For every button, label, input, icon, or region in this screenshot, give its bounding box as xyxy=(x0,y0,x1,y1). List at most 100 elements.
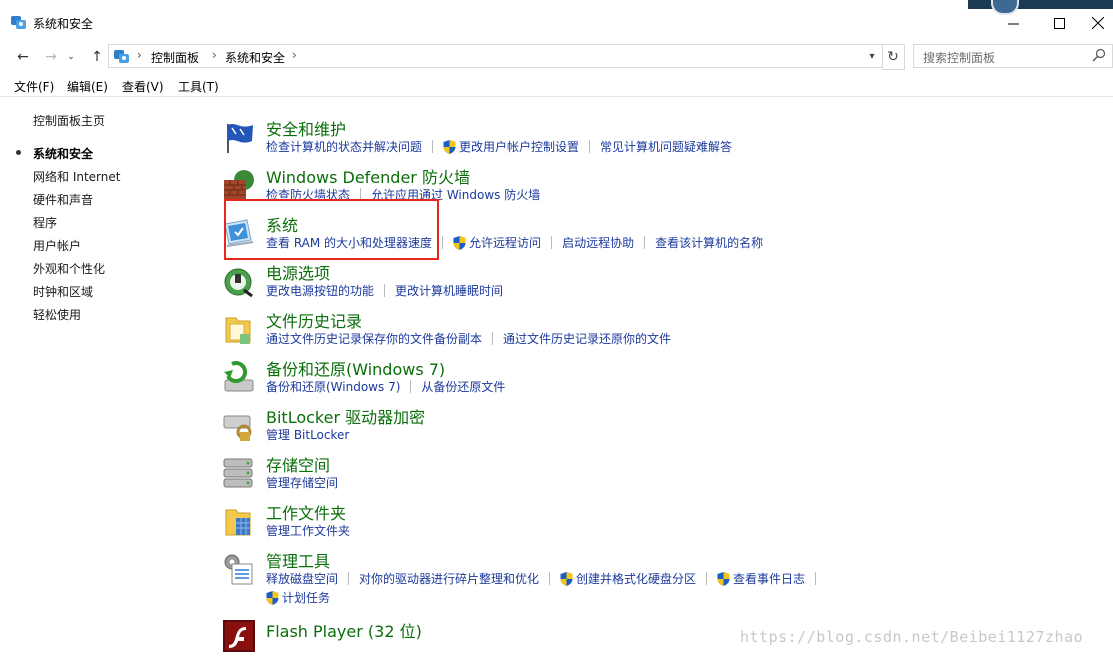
link-divider xyxy=(644,236,646,249)
category-links: 更改电源按钮的功能 更改计算机睡眠时间 xyxy=(266,282,503,299)
active-indicator xyxy=(16,150,21,155)
menu-view[interactable]: 查看(V) xyxy=(122,78,164,95)
menu-file[interactable]: 文件(F) xyxy=(14,78,54,95)
category-title[interactable]: Windows Defender 防火墙 xyxy=(266,164,470,188)
category-title[interactable]: 存储空间 xyxy=(266,452,330,476)
search-icon[interactable] xyxy=(1092,48,1106,62)
category-title[interactable]: 安全和维护 xyxy=(266,116,346,140)
category-links: 通过文件历史记录保存你的文件备份副本 通过文件历史记录还原你的文件 xyxy=(266,330,671,347)
sidebar-item-network[interactable]: 网络和 Internet xyxy=(33,168,120,185)
task-link[interactable]: 管理存储空间 xyxy=(266,474,338,491)
chevron-right-icon: › xyxy=(137,48,142,62)
category-title[interactable]: 管理工具 xyxy=(266,548,330,572)
category-backup-restore: 备份和还原(Windows 7) 备份和还原(Windows 7) 从备份还原文… xyxy=(222,356,1102,402)
search-box[interactable]: 搜索控制面板 xyxy=(913,44,1113,68)
task-link[interactable]: 管理 BitLocker xyxy=(266,426,349,443)
category-title[interactable]: 电源选项 xyxy=(266,260,330,284)
task-link[interactable]: 创建并格式化硬盘分区 xyxy=(576,570,696,587)
uac-shield-icon xyxy=(443,139,456,154)
power-options-icon xyxy=(224,268,253,298)
firewall-icon xyxy=(224,170,254,200)
refresh-button[interactable]: ↻ xyxy=(882,44,905,70)
category-title[interactable]: 工作文件夹 xyxy=(266,500,346,524)
link-divider xyxy=(549,572,551,585)
category-links: 检查计算机的状态并解决问题 更改用户帐户控制设置 常见计算机问题疑难解答 xyxy=(266,138,732,155)
work-folders-icon xyxy=(225,509,251,536)
task-link[interactable]: 启动远程协助 xyxy=(562,234,634,251)
task-link[interactable]: 检查计算机的状态并解决问题 xyxy=(266,138,422,155)
flash-player-icon xyxy=(223,620,255,652)
task-link[interactable]: 更改电源按钮的功能 xyxy=(266,282,374,299)
category-title[interactable]: 备份和还原(Windows 7) xyxy=(266,356,445,380)
forward-button[interactable]: → xyxy=(40,46,62,68)
link-divider xyxy=(551,236,553,249)
category-bitlocker: BitLocker 驱动器加密 管理 BitLocker xyxy=(222,404,1102,450)
sidebar-item-clock-region[interactable]: 时钟和区域 xyxy=(33,283,93,300)
sidebar-item-hardware[interactable]: 硬件和声音 xyxy=(33,191,93,208)
task-link[interactable]: 释放磁盘空间 xyxy=(266,570,338,587)
category-links: 管理存储空间 xyxy=(266,474,338,491)
task-link[interactable]: 通过文件历史记录保存你的文件备份副本 xyxy=(266,330,482,347)
category-links: 备份和还原(Windows 7) 从备份还原文件 xyxy=(266,378,505,395)
category-work-folders: 工作文件夹 管理工作文件夹 xyxy=(222,500,1102,546)
category-title[interactable]: 文件历史记录 xyxy=(266,308,362,332)
desktop-background xyxy=(968,0,1113,9)
admin-tools-icon xyxy=(224,554,253,585)
task-link[interactable]: 更改计算机睡眠时间 xyxy=(395,282,503,299)
link-divider xyxy=(384,284,386,297)
sidebar-item-appearance[interactable]: 外观和个性化 xyxy=(33,260,105,277)
address-dropdown-button[interactable]: ▾ xyxy=(865,47,879,65)
close-icon xyxy=(1092,17,1104,29)
back-button[interactable]: ← xyxy=(12,46,34,68)
up-arrow-icon: ↑ xyxy=(91,49,103,65)
task-link[interactable]: 管理工作文件夹 xyxy=(266,522,350,539)
category-links: 管理 BitLocker xyxy=(266,426,349,443)
close-button[interactable] xyxy=(1075,10,1113,36)
chevron-right-icon: › xyxy=(292,48,297,62)
sidebar-item-system-security[interactable]: 系统和安全 xyxy=(33,145,93,162)
task-link[interactable]: 对你的驱动器进行碎片整理和优化 xyxy=(359,570,539,587)
refresh-icon: ↻ xyxy=(887,49,899,65)
link-divider xyxy=(442,236,444,249)
link-divider xyxy=(706,572,708,585)
back-arrow-icon: ← xyxy=(17,49,29,65)
sidebar-item-home[interactable]: 控制面板主页 xyxy=(33,112,105,129)
category-links: 释放磁盘空间 对你的驱动器进行碎片整理和优化 创建并格式化硬盘分区 查看事件日志 xyxy=(266,570,826,587)
task-link[interactable]: 通过文件历史记录还原你的文件 xyxy=(503,330,671,347)
address-bar[interactable]: › 控制面板 › 系统和安全 › ▾ xyxy=(108,44,883,68)
chevron-down-icon: ▾ xyxy=(869,50,875,62)
category-storage-spaces: 存储空间 管理存储空间 xyxy=(222,452,1102,498)
link-divider xyxy=(815,572,817,585)
task-link[interactable]: 更改用户帐户控制设置 xyxy=(459,138,579,155)
forward-arrow-icon: → xyxy=(45,49,57,65)
file-history-icon xyxy=(225,317,251,344)
category-admin-tools: 管理工具 释放磁盘空间 对你的驱动器进行碎片整理和优化 创建并格式化硬盘分区 查… xyxy=(222,548,1102,612)
task-link[interactable]: 从备份还原文件 xyxy=(421,378,505,395)
category-title[interactable]: BitLocker 驱动器加密 xyxy=(266,404,425,428)
link-divider xyxy=(589,140,591,153)
task-link[interactable]: 允许远程访问 xyxy=(469,234,541,251)
menu-edit[interactable]: 编辑(E) xyxy=(67,78,108,95)
category-title[interactable]: Flash Player (32 位) xyxy=(266,618,422,642)
menu-bar: 文件(F) 编辑(E) 查看(V) 工具(T) xyxy=(0,74,1113,97)
minimize-button[interactable] xyxy=(990,10,1036,36)
sidebar-item-user-accounts[interactable]: 用户帐户 xyxy=(33,237,81,254)
task-link[interactable]: 备份和还原(Windows 7) xyxy=(266,378,400,395)
sidebar-item-ease-of-access[interactable]: 轻松使用 xyxy=(33,306,81,323)
task-link[interactable]: 查看事件日志 xyxy=(733,570,805,587)
sidebar-item-programs[interactable]: 程序 xyxy=(33,214,57,231)
breadcrumb-control-panel[interactable]: 控制面板 xyxy=(151,49,199,66)
watermark: https://blog.csdn.net/Beibei1127zhao xyxy=(740,628,1084,646)
task-link[interactable]: 计划任务 xyxy=(282,589,330,606)
maximize-icon xyxy=(1053,17,1065,29)
task-link[interactable]: 查看该计算机的名称 xyxy=(655,234,763,251)
recent-locations-button[interactable]: ⌄ xyxy=(64,46,78,68)
category-security-maintenance: 安全和维护 检查计算机的状态并解决问题 更改用户帐户控制设置 常见计算机问题疑难… xyxy=(222,116,1102,162)
breadcrumb-system-security[interactable]: 系统和安全 xyxy=(225,49,285,66)
category-links-row-2: 计划任务 xyxy=(266,589,330,606)
bitlocker-icon xyxy=(223,415,252,441)
menu-tools[interactable]: 工具(T) xyxy=(178,78,219,95)
task-link[interactable]: 常见计算机问题疑难解答 xyxy=(600,138,732,155)
up-button[interactable]: ↑ xyxy=(86,46,108,68)
link-divider xyxy=(410,380,412,393)
